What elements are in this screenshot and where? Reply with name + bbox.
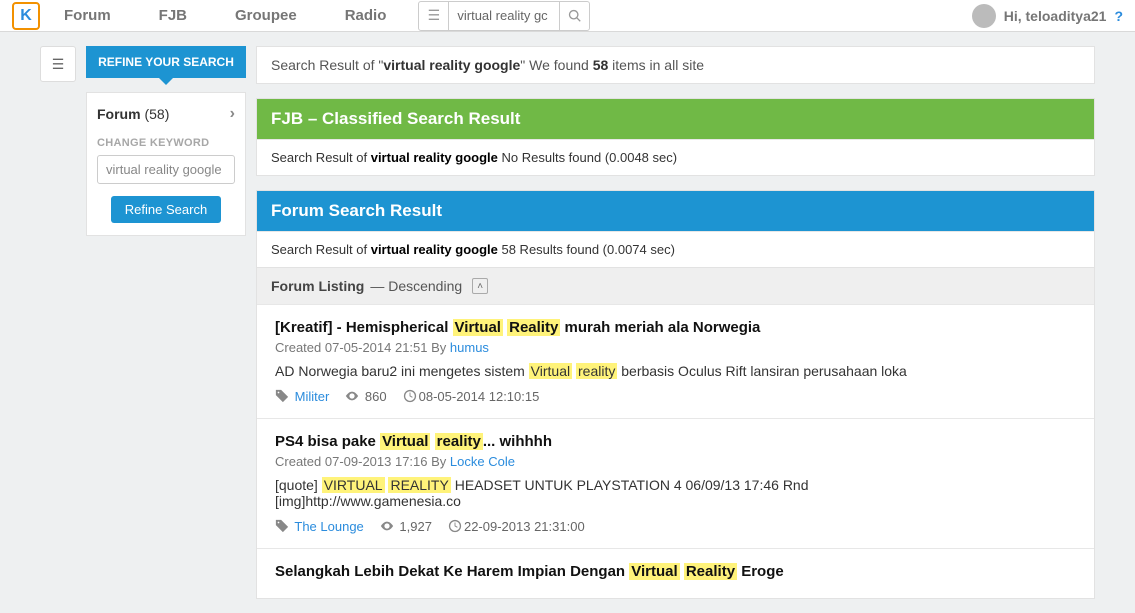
sidebar-forum-label: Forum: [97, 106, 141, 122]
nav-radio[interactable]: Radio: [345, 7, 387, 24]
fjb-result-line: Search Result of virtual reality google …: [257, 139, 1094, 175]
result-title[interactable]: PS4 bisa pake Virtual reality... wihhhh: [275, 433, 995, 450]
nav-fjb[interactable]: FJB: [159, 7, 187, 24]
result-item: Selangkah Lebih Dekat Ke Harem Impian De…: [257, 548, 1094, 598]
author-link[interactable]: Locke Cole: [450, 454, 515, 469]
category-link[interactable]: The Lounge: [294, 519, 363, 534]
result-meta: Created 07-09-2013 17:16 By Locke Cole: [275, 454, 1076, 469]
collapse-icon[interactable]: ˄: [472, 278, 488, 294]
fjb-header: FJB – Classified Search Result: [257, 99, 1094, 139]
search-icon[interactable]: [559, 2, 589, 30]
result-snippet: AD Norwegia baru2 ini mengetes sistem Vi…: [275, 363, 995, 379]
result-meta: Created 07-05-2014 21:51 By humus: [275, 340, 1076, 355]
forum-result-line: Search Result of virtual reality google …: [257, 231, 1094, 267]
result-taginfo: Militer 860 08-05-2014 12:10:15: [275, 389, 1076, 404]
category-link[interactable]: Militer: [295, 389, 330, 404]
forum-listing-header: Forum Listing — Descending ˄: [257, 267, 1094, 304]
tag-icon: [275, 519, 289, 534]
view-count: 1,927: [399, 519, 432, 534]
user-greeting: Hi, teloaditya21: [1004, 8, 1107, 24]
clock-icon: [448, 519, 462, 534]
refine-search-button[interactable]: Refine Search: [111, 196, 221, 223]
forum-header: Forum Search Result: [257, 191, 1094, 231]
avatar[interactable]: [972, 4, 996, 28]
help-icon[interactable]: ?: [1114, 8, 1123, 24]
fjb-panel: FJB – Classified Search Result Search Re…: [256, 98, 1095, 176]
clock-icon: [403, 389, 417, 404]
search-category-icon[interactable]: ☰: [419, 2, 449, 30]
nav-groupee[interactable]: Groupee: [235, 7, 297, 24]
top-nav: K Forum FJB Groupee Radio ☰ Hi, teloadit…: [0, 0, 1135, 32]
result-item: PS4 bisa pake Virtual reality... wihhhh C…: [257, 418, 1094, 548]
top-result-line: Search Result of "virtual reality google…: [257, 47, 1094, 83]
result-title[interactable]: Selangkah Lebih Dekat Ke Harem Impian De…: [275, 563, 995, 580]
eye-icon: [380, 519, 394, 534]
user-area: Hi, teloaditya21 ?: [972, 4, 1123, 28]
change-keyword-label: CHANGE KEYWORD: [97, 137, 235, 149]
refine-header: REFINE YOUR SEARCH: [86, 46, 246, 78]
sidebar-forum-count: (58): [144, 106, 169, 122]
result-taginfo: The Lounge 1,927 22-09-2013 21:31:00: [275, 519, 1076, 534]
sidebar-forum-row[interactable]: Forum (58) ›: [97, 105, 235, 123]
result-title[interactable]: [Kreatif] - Hemispherical Virtual Realit…: [275, 319, 995, 336]
nav-forum[interactable]: Forum: [64, 7, 111, 24]
forum-panel: Forum Search Result Search Result of vir…: [256, 190, 1095, 599]
logo[interactable]: K: [12, 2, 40, 30]
chevron-right-icon: ›: [230, 105, 235, 123]
sidebar-box: Forum (58) › CHANGE KEYWORD Refine Searc…: [86, 92, 246, 236]
result-date: 22-09-2013 21:31:00: [464, 519, 585, 534]
author-link[interactable]: humus: [450, 340, 489, 355]
view-count: 860: [365, 389, 387, 404]
result-date: 08-05-2014 12:10:15: [419, 389, 540, 404]
top-search-input[interactable]: [449, 3, 559, 28]
result-item: [Kreatif] - Hemispherical Virtual Realit…: [257, 304, 1094, 418]
top-search: ☰: [418, 1, 590, 31]
nav-links: Forum FJB Groupee Radio: [64, 7, 386, 24]
sidebar-toggle-icon[interactable]: ☰: [40, 46, 76, 82]
eye-icon: [345, 389, 359, 404]
top-result-panel: Search Result of "virtual reality google…: [256, 46, 1095, 84]
tag-icon: [275, 389, 289, 404]
sidebar: REFINE YOUR SEARCH Forum (58) › CHANGE K…: [86, 46, 246, 236]
main-content: Search Result of "virtual reality google…: [256, 46, 1095, 599]
keyword-input[interactable]: [97, 155, 235, 184]
result-snippet: [quote] VIRTUAL REALITY HEADSET UNTUK PL…: [275, 477, 995, 509]
